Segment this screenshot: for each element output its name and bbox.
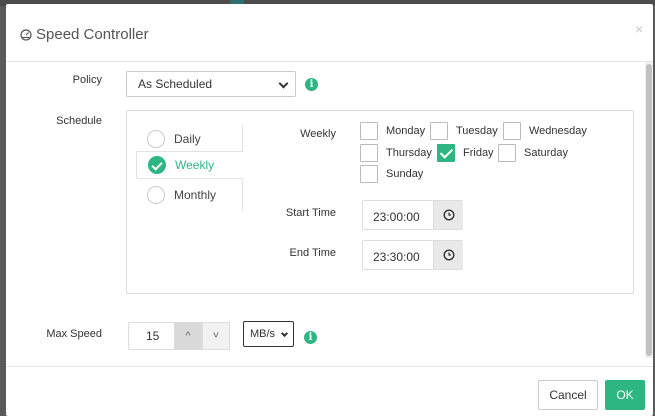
- day-label: Tuesday: [456, 125, 498, 137]
- scrollbar-thumb[interactable]: [646, 64, 652, 356]
- tab-divider-top: [242, 125, 243, 151]
- checkbox-box[interactable]: [498, 144, 516, 162]
- start-time-label: Start Time: [285, 207, 336, 219]
- schedule-mode-daily-label: Daily: [174, 132, 201, 146]
- speed-unit-select[interactable]: MB/s: [243, 321, 294, 347]
- decrement-button[interactable]: ˅: [202, 322, 230, 350]
- day-checkbox-friday[interactable]: Friday: [437, 143, 494, 163]
- speed-controller-dialog: Speed Controller × Policy As Scheduled i…: [6, 4, 653, 416]
- schedule-mode-monthly-label: Monthly: [174, 188, 217, 202]
- day-label: Thursday: [386, 147, 432, 159]
- policy-select-value: As Scheduled: [138, 77, 213, 91]
- checkbox-box[interactable]: [430, 122, 448, 140]
- cancel-button[interactable]: Cancel: [538, 380, 598, 410]
- day-label: Wednesday: [529, 125, 587, 137]
- policy-label: Policy: [72, 74, 102, 86]
- checkbox-box[interactable]: [360, 122, 378, 140]
- day-checkbox-thursday[interactable]: Thursday: [360, 143, 432, 163]
- checkbox-box[interactable]: [503, 122, 521, 140]
- max-speed-value: 15: [146, 329, 160, 343]
- chevron-down-icon: [280, 329, 289, 338]
- day-checkbox-sunday[interactable]: Sunday: [360, 164, 423, 184]
- dialog-header: Speed Controller ×: [6, 4, 653, 62]
- max-speed-input[interactable]: 15: [128, 322, 174, 350]
- schedule-mode-daily[interactable]: Daily: [136, 125, 243, 153]
- start-time-picker-button[interactable]: [433, 201, 463, 229]
- schedule-label: Schedule: [56, 115, 102, 127]
- weekly-days-label: Weekly: [300, 128, 336, 140]
- dialog-title-text: Speed Controller: [36, 26, 149, 43]
- start-time-field[interactable]: 23:00:00: [362, 200, 463, 230]
- end-time-field[interactable]: 23:30:00: [362, 240, 463, 270]
- clock-icon: [443, 209, 455, 221]
- checkbox-box[interactable]: [360, 165, 378, 183]
- radio-weekly[interactable]: [148, 156, 166, 174]
- tab-divider-bottom: [242, 179, 243, 211]
- start-time-value: 23:00:00: [373, 210, 420, 224]
- clock-icon: [443, 249, 455, 261]
- schedule-mode-weekly[interactable]: Weekly: [136, 151, 243, 179]
- day-label: Sunday: [386, 168, 424, 180]
- ok-button[interactable]: OK: [605, 380, 645, 410]
- speed-unit-value: MB/s: [250, 328, 276, 340]
- chevron-down-icon: [278, 78, 289, 89]
- end-time-label: End Time: [289, 247, 336, 259]
- info-icon[interactable]: i: [304, 331, 317, 344]
- day-checkbox-monday[interactable]: Monday: [360, 121, 425, 141]
- day-label: Friday: [463, 147, 494, 159]
- schedule-mode-monthly[interactable]: Monthly: [136, 181, 243, 209]
- day-checkbox-saturday[interactable]: Saturday: [498, 143, 568, 163]
- day-checkbox-tuesday[interactable]: Tuesday: [430, 121, 498, 141]
- scrollbar[interactable]: [645, 62, 653, 358]
- day-label: Saturday: [524, 147, 569, 159]
- day-label: Monday: [386, 125, 426, 137]
- schedule-mode-weekly-label: Weekly: [175, 158, 215, 172]
- increment-button[interactable]: ^: [174, 322, 202, 350]
- info-icon[interactable]: i: [305, 78, 318, 91]
- max-speed-label: Max Speed: [46, 328, 102, 340]
- radio-monthly[interactable]: [147, 186, 165, 204]
- end-time-picker-button[interactable]: [433, 241, 463, 269]
- radio-daily[interactable]: [147, 130, 165, 148]
- close-icon[interactable]: ×: [635, 22, 643, 36]
- dialog-title: Speed Controller: [20, 26, 149, 43]
- end-time-value: 23:30:00: [373, 250, 420, 264]
- gauge-icon: [20, 28, 32, 41]
- policy-select[interactable]: As Scheduled: [126, 71, 296, 97]
- checkbox-box[interactable]: [360, 144, 378, 162]
- checkbox-box[interactable]: [437, 144, 455, 162]
- day-checkbox-wednesday[interactable]: Wednesday: [503, 121, 587, 141]
